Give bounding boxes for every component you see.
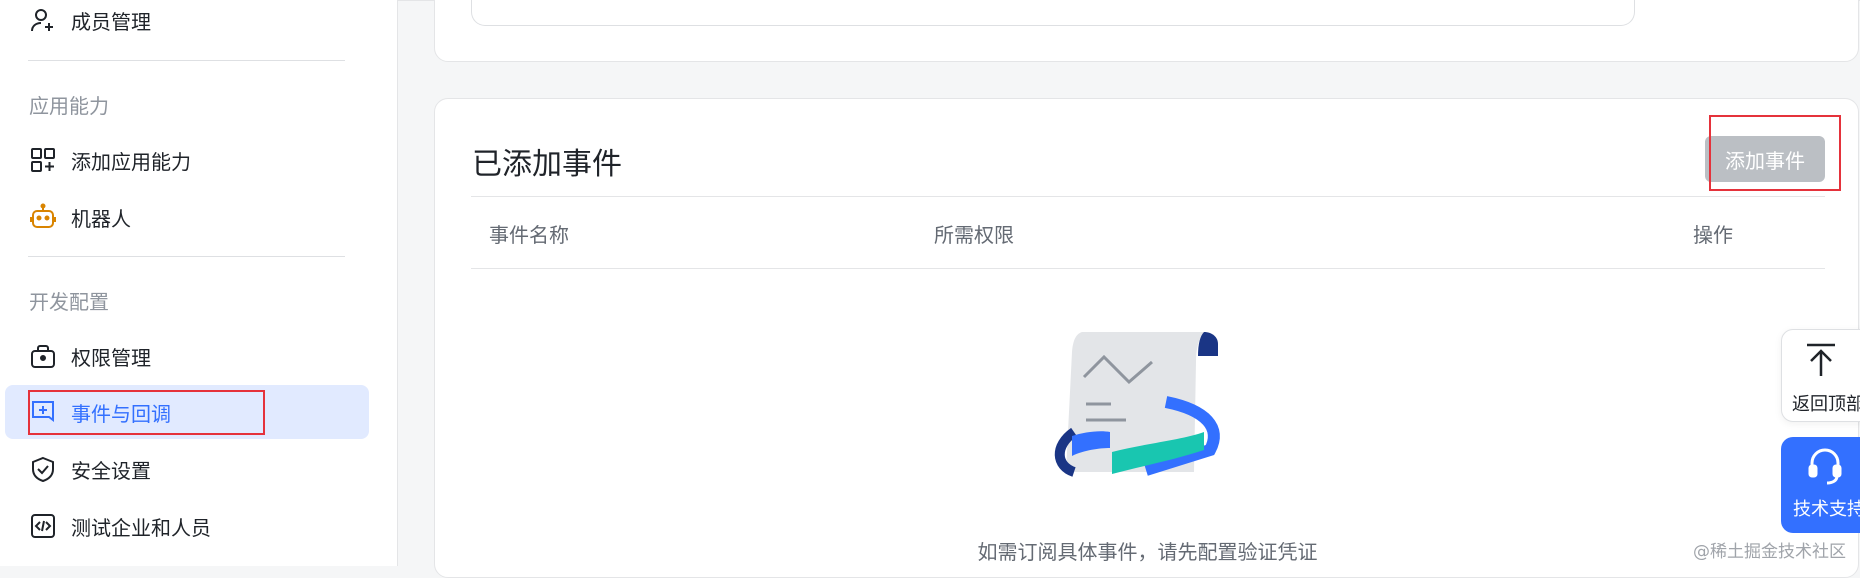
empty-state-message: 如需订阅具体事件，请先配置验证凭证 (977, 540, 1318, 564)
add-user-icon (29, 6, 57, 34)
add-event-button[interactable]: 添加事件 (1705, 136, 1825, 182)
sidebar-item-member-manage[interactable]: 成员管理 (5, 0, 369, 47)
shield-icon (29, 455, 57, 483)
sidebar-divider (28, 60, 345, 61)
column-header-action: 操作 (1693, 223, 1733, 247)
code-icon (29, 512, 57, 540)
config-card (434, 0, 1859, 62)
sidebar-item-label: 权限管理 (71, 345, 151, 370)
lock-bag-icon (29, 342, 57, 370)
sidebar-item-security-settings[interactable]: 安全设置 (5, 442, 369, 496)
events-card: 已添加事件 添加事件 事件名称 所需权限 操作 如需订阅具体事件，请先配置验证凭… (434, 98, 1859, 578)
sidebar-divider (28, 256, 345, 257)
sidebar: 成员管理 应用能力 添加应用能力 机器人 开发配置 权限管理 事件与回调 安全设… (0, 0, 398, 566)
sidebar-item-add-app-ability[interactable]: 添加应用能力 (5, 133, 369, 187)
tech-support-label: 技术支持 (1793, 499, 1860, 520)
empty-state-illustration (1054, 332, 1234, 506)
watermark: @稀土掘金技术社区 (1693, 542, 1846, 562)
arrow-up-icon (1804, 342, 1838, 382)
group-title-dev-config: 开发配置 (29, 290, 109, 314)
group-title-app-ability: 应用能力 (29, 94, 109, 118)
table-header-divider (471, 268, 1825, 269)
sidebar-item-label: 机器人 (71, 206, 131, 231)
robot-icon (29, 203, 57, 231)
config-card-inner (471, 0, 1635, 26)
sidebar-item-permission-manage[interactable]: 权限管理 (5, 329, 369, 383)
page-title: 已添加事件 (472, 147, 622, 182)
sidebar-item-events-callbacks[interactable]: 事件与回调 (5, 385, 369, 439)
sidebar-item-label: 事件与回调 (71, 401, 171, 426)
sidebar-item-test-enterprise[interactable]: 测试企业和人员 (5, 499, 369, 553)
event-icon (29, 398, 57, 426)
sidebar-item-label: 添加应用能力 (71, 149, 191, 174)
column-header-event-name: 事件名称 (489, 223, 569, 247)
headset-icon (1807, 447, 1843, 491)
tech-support-button[interactable]: 技术支持 (1781, 437, 1860, 533)
column-header-permission: 所需权限 (934, 223, 1014, 247)
sidebar-item-label: 成员管理 (71, 9, 151, 34)
grid-add-icon (29, 146, 57, 174)
sidebar-item-label: 安全设置 (71, 458, 151, 483)
back-to-top-label: 返回顶部 (1792, 394, 1860, 415)
sidebar-item-label: 测试企业和人员 (71, 515, 211, 540)
back-to-top-button[interactable]: 返回顶部 (1781, 329, 1860, 422)
header-divider (471, 196, 1825, 197)
sidebar-item-robot[interactable]: 机器人 (5, 190, 369, 244)
